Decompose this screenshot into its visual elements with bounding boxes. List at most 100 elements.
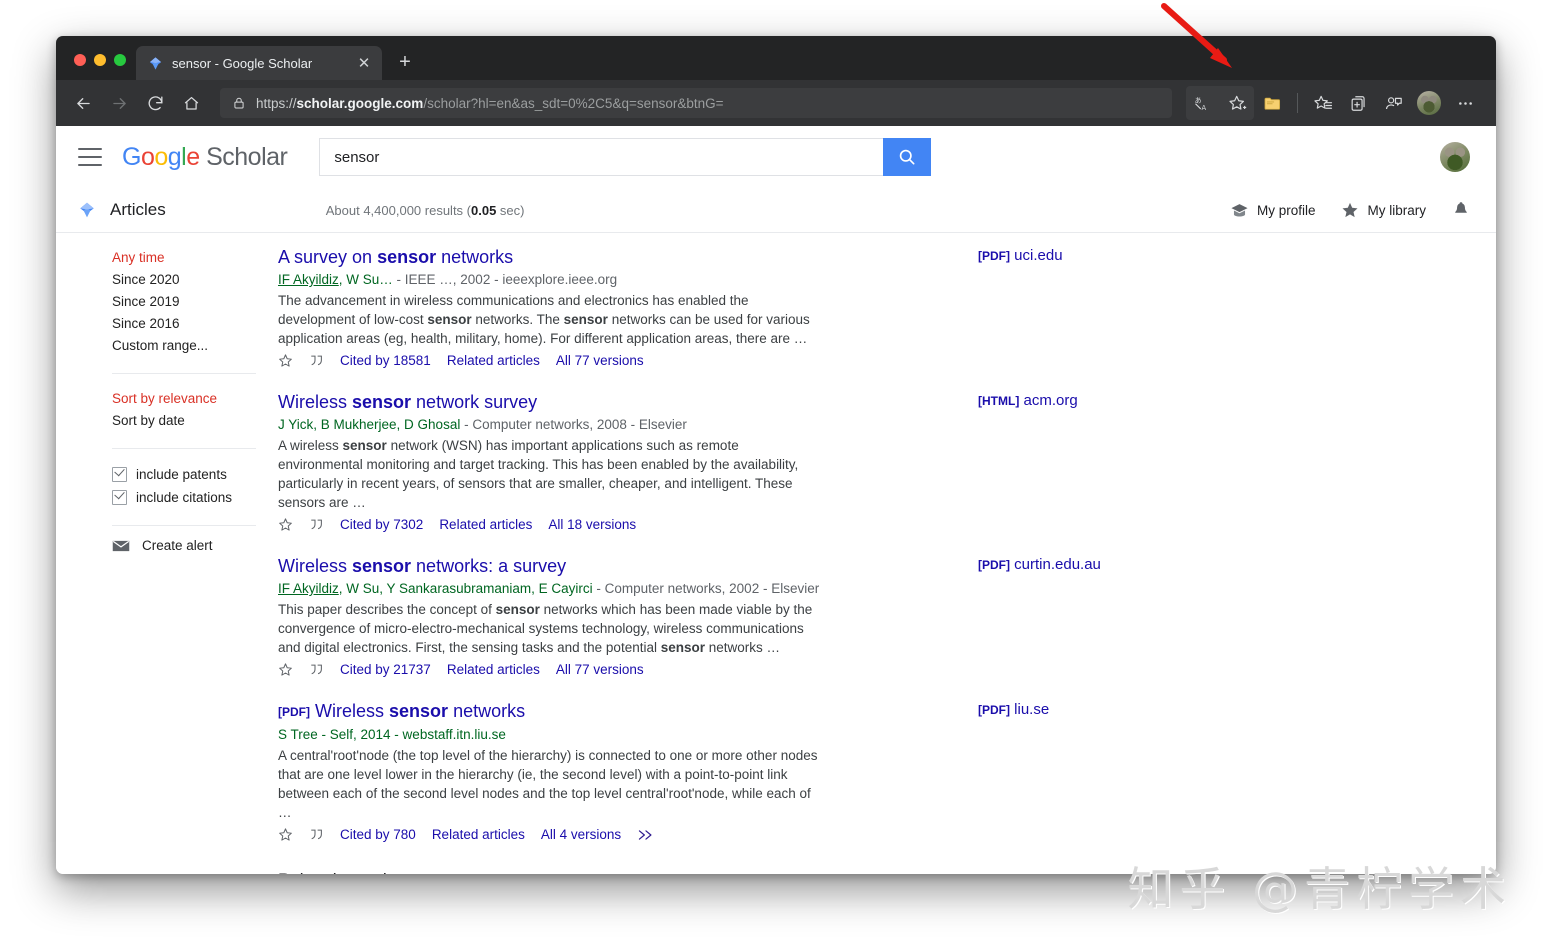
logo-letter-g2: g [167, 142, 182, 171]
include-patents-option[interactable]: include patents [112, 463, 278, 486]
result-snippet: A wireless sensor network (WSN) has impo… [278, 436, 823, 512]
all-versions-link[interactable]: All 77 versions [556, 353, 644, 368]
snippet-part: This paper describes the concept of [278, 602, 496, 617]
result-authors-rest: , W Su… [338, 272, 393, 287]
my-profile-link[interactable]: My profile [1230, 201, 1316, 220]
related-articles-link[interactable]: Related articles [447, 353, 540, 368]
share-icon[interactable] [1376, 86, 1410, 120]
include-citations-option[interactable]: include citations [112, 486, 278, 509]
result-title[interactable]: Wireless sensor network survey [278, 390, 1466, 414]
result-author-link[interactable]: IF Akyildiz [278, 581, 339, 596]
sidebar-item-sort-date[interactable]: Sort by date [112, 410, 278, 432]
scholar-page: Google Scholar sensor Articles About 4,4… [56, 126, 1496, 874]
url-text: https://scholar.google.com/scholar?hl=en… [256, 96, 724, 111]
result-actions: Cited by 7302 Related articles All 18 ve… [278, 517, 1466, 532]
result-author-link[interactable]: IF Akyildiz [278, 272, 339, 287]
result-source-tag: [PDF] [978, 703, 1010, 717]
search-input[interactable]: sensor [319, 138, 884, 176]
my-library-link[interactable]: My library [1341, 201, 1426, 219]
sidebar-item-since-2016[interactable]: Since 2016 [112, 313, 278, 335]
collections-icon[interactable] [1341, 86, 1375, 120]
related-articles-link[interactable]: Related articles [447, 662, 540, 677]
result-authors[interactable]: S Tree - Self, 2014 - webstaff.itn.liu.s… [278, 725, 1466, 744]
favorites-folder-icon[interactable] [1255, 86, 1289, 120]
result-item: Wireless sensor networks: a survey IF Ak… [278, 554, 1466, 677]
cited-by-link[interactable]: Cited by 780 [340, 827, 416, 842]
scholar-user-avatar[interactable] [1440, 142, 1470, 172]
address-bar[interactable]: https://scholar.google.com/scholar?hl=en… [220, 88, 1172, 118]
cite-quote-icon[interactable] [309, 828, 324, 841]
related-articles-link[interactable]: Related articles [432, 827, 525, 842]
sidebar-item-since-2019[interactable]: Since 2019 [112, 291, 278, 313]
url-scheme: https:// [256, 95, 297, 111]
browser-tab[interactable]: sensor - Google Scholar ✕ [136, 46, 382, 80]
checkbox-checked-icon[interactable] [112, 490, 127, 505]
sidebar-item-sort-relevance[interactable]: Sort by relevance [112, 388, 278, 410]
checkbox-checked-icon[interactable] [112, 467, 127, 482]
snippet-highlight: sensor [427, 312, 472, 327]
home-button[interactable] [174, 86, 208, 120]
save-star-icon[interactable] [278, 353, 293, 368]
logo-word-scholar: Scholar [206, 142, 288, 171]
result-authors-rest: S Tree - Self, 2014 - webstaff.itn.liu.s… [278, 727, 506, 742]
new-tab-button[interactable]: + [390, 47, 420, 77]
sidebar-item-since-2020[interactable]: Since 2020 [112, 269, 278, 291]
include-citations-label: include citations [136, 490, 233, 505]
maximize-window-button[interactable] [114, 54, 126, 66]
snippet-part: A central'root'node (the top level of th… [278, 748, 818, 820]
save-star-icon[interactable] [278, 827, 293, 842]
cite-quote-icon[interactable] [309, 663, 324, 676]
minimize-window-button[interactable] [94, 54, 106, 66]
create-alert-link[interactable]: Create alert [112, 538, 278, 553]
result-title[interactable]: A survey on sensor networks [278, 245, 1466, 269]
my-library-label: My library [1367, 202, 1426, 218]
collections-favorites-icon[interactable] [1306, 86, 1340, 120]
result-source-link[interactable]: [PDF] uci.edu [978, 247, 1063, 264]
cite-quote-icon[interactable] [309, 518, 324, 531]
all-versions-link[interactable]: All 18 versions [548, 517, 636, 532]
sidebar-item-custom-range[interactable]: Custom range... [112, 335, 278, 357]
result-item: Wireless sensor network survey J Yick, B… [278, 390, 1466, 532]
reload-button[interactable] [138, 86, 172, 120]
related-articles-link[interactable]: Related articles [439, 517, 532, 532]
cited-by-link[interactable]: Cited by 21737 [340, 662, 431, 677]
add-favorite-icon[interactable] [1220, 86, 1254, 120]
result-item: [PDF] Wireless sensor networks S Tree - … [278, 699, 1466, 842]
result-source-link[interactable]: [PDF] curtin.edu.au [978, 556, 1101, 573]
result-snippet: A central'root'node (the top level of th… [278, 746, 823, 822]
close-tab-button[interactable]: ✕ [354, 53, 374, 73]
result-publication: - Computer networks, 2002 - Elsevier [592, 581, 820, 596]
result-authors[interactable]: IF Akyildiz, W Su… - IEEE …, 2002 - ieee… [278, 270, 1466, 289]
all-versions-link[interactable]: All 77 versions [556, 662, 644, 677]
address-actions-group: あA [1186, 86, 1254, 120]
result-title[interactable]: Wireless sensor networks: a survey [278, 554, 1466, 578]
settings-more-icon[interactable] [1448, 86, 1482, 120]
cited-by-link[interactable]: Cited by 18581 [340, 353, 431, 368]
result-publication: - Computer networks, 2008 - Elsevier [460, 417, 687, 432]
svg-text:A: A [1202, 104, 1207, 112]
result-authors[interactable]: J Yick, B Mukherjee, D Ghosal - Computer… [278, 415, 1466, 434]
cited-by-link[interactable]: Cited by 7302 [340, 517, 423, 532]
result-source-link[interactable]: [PDF] liu.se [978, 701, 1049, 718]
cite-quote-icon[interactable] [309, 354, 324, 367]
all-versions-link[interactable]: All 4 versions [541, 827, 621, 842]
result-snippet: The advancement in wireless communicatio… [278, 291, 823, 348]
result-source-link[interactable]: [HTML] acm.org [978, 392, 1078, 409]
browser-profile-avatar[interactable] [1417, 91, 1441, 115]
sidebar-item-any-time[interactable]: Any time [112, 247, 278, 269]
my-profile-label: My profile [1256, 202, 1316, 218]
scholar-header: Google Scholar sensor [56, 126, 1496, 188]
forward-button[interactable] [102, 86, 136, 120]
translate-icon[interactable]: あA [1186, 86, 1220, 120]
hamburger-menu-icon[interactable] [78, 148, 102, 166]
save-star-icon[interactable] [278, 662, 293, 677]
result-authors[interactable]: IF Akyildiz, W Su, Y Sankarasubramaniam,… [278, 579, 1466, 598]
alerts-bell-icon[interactable] [1452, 201, 1470, 219]
search-button[interactable] [883, 138, 932, 176]
save-star-icon[interactable] [278, 517, 293, 532]
result-title[interactable]: [PDF] Wireless sensor networks [278, 699, 1466, 724]
back-button[interactable] [66, 86, 100, 120]
scholar-logo[interactable]: Google Scholar [122, 142, 288, 172]
close-window-button[interactable] [74, 54, 86, 66]
more-options-chevrons-icon[interactable] [637, 829, 655, 841]
